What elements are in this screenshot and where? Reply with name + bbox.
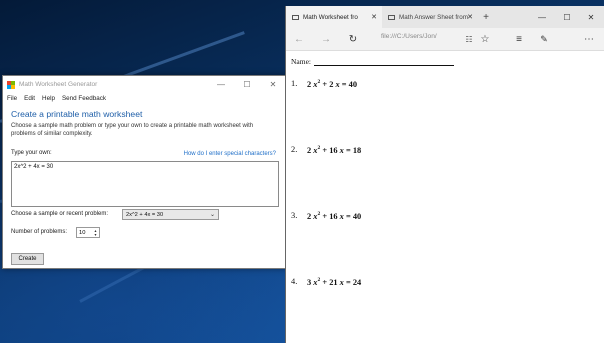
chevron-down-icon: ⌄ [209,212,215,218]
problem-input[interactable] [11,161,279,207]
maximize-icon[interactable]: ☐ [555,6,579,28]
generator-titlebar[interactable]: Math Worksheet Generator — ☐ ✕ [3,76,286,93]
browser-window: Math Worksheet fro ✕ Math Answer Sheet f… [285,6,604,343]
name-field: Name: [291,57,454,66]
type-own-label: Type your own: [11,150,52,156]
tab-worksheet-label: Math Worksheet fro [303,13,358,21]
problem-count-stepper[interactable]: 10 ▲ ▼ [76,227,100,238]
page-heading: Create a printable math worksheet [11,109,143,119]
minimize-icon[interactable]: — [208,76,234,93]
menu-edit[interactable]: Edit [24,95,35,102]
more-icon[interactable]: ⋯ [581,31,597,47]
tab-answer-sheet-label: Math Answer Sheet from [399,13,468,21]
tab-close-icon[interactable]: ✕ [371,13,377,21]
maximize-icon[interactable]: ☐ [234,76,260,93]
navigation-bar: ← → ↻ file:///C:/Users/Jon/ ☷ ☆ ≡ ✎ ⋯ [286,28,604,51]
tab-answer-sheet[interactable]: Math Answer Sheet from ✕ [382,6,478,28]
forward-arrow-icon[interactable]: → [318,31,334,47]
back-arrow-icon[interactable]: ← [291,31,307,47]
problem-item: 4. 3 x2 + 21 x = 24 [291,277,362,287]
stepper-down-icon[interactable]: ▼ [92,233,99,238]
menu-send-feedback[interactable]: Send Feedback [62,95,106,102]
sample-problem-label: Choose a sample or recent problem: [11,211,109,217]
app-logo-icon [7,80,15,89]
sample-problem-value: 2x^2 + 4x = 30 [126,211,164,218]
create-button[interactable]: Create [11,253,44,265]
tab-bar: Math Worksheet fro ✕ Math Answer Sheet f… [286,6,604,28]
close-icon[interactable]: ✕ [579,6,603,28]
name-label: Name: [291,57,311,66]
generator-title: Math Worksheet Generator [19,81,98,88]
minimize-icon[interactable]: — [530,6,554,28]
tab-worksheet[interactable]: Math Worksheet fro ✕ [286,6,382,28]
problem-count-value: 10 [79,229,86,236]
generator-window: Math Worksheet Generator — ☐ ✕ File Edit… [2,75,287,269]
menu-bar: File Edit Help Send Feedback [3,93,286,103]
tab-close-icon[interactable]: ✕ [467,13,473,21]
reading-view-icon[interactable]: ☷ [461,31,477,47]
page-icon [292,14,299,20]
page-icon [388,14,395,20]
special-characters-link[interactable]: How do I enter special characters? [184,151,276,157]
hub-icon[interactable]: ≡ [511,31,527,47]
worksheet-page: Name: 1. 2 x2 + 2 x = 40 2. 2 x2 + 16 x … [286,51,604,343]
name-line [314,57,454,66]
favorite-star-icon[interactable]: ☆ [477,31,493,47]
problem-item: 2. 2 x2 + 16 x = 18 [291,145,362,155]
problem-item: 3. 2 x2 + 16 x = 40 [291,211,362,221]
web-note-icon[interactable]: ✎ [536,31,552,47]
new-tab-icon[interactable]: + [478,6,494,28]
close-icon[interactable]: ✕ [260,76,286,93]
page-description: Choose a sample math problem or type you… [11,123,254,137]
address-bar[interactable]: file:///C:/Users/Jon/ [381,33,437,40]
refresh-icon[interactable]: ↻ [345,31,361,47]
menu-file[interactable]: File [7,95,17,102]
menu-help[interactable]: Help [42,95,55,102]
problem-count-label: Number of problems: [11,229,68,235]
sample-problem-dropdown[interactable]: 2x^2 + 4x = 30 ⌄ [122,209,219,220]
problem-item: 1. 2 x2 + 2 x = 40 [291,79,357,89]
